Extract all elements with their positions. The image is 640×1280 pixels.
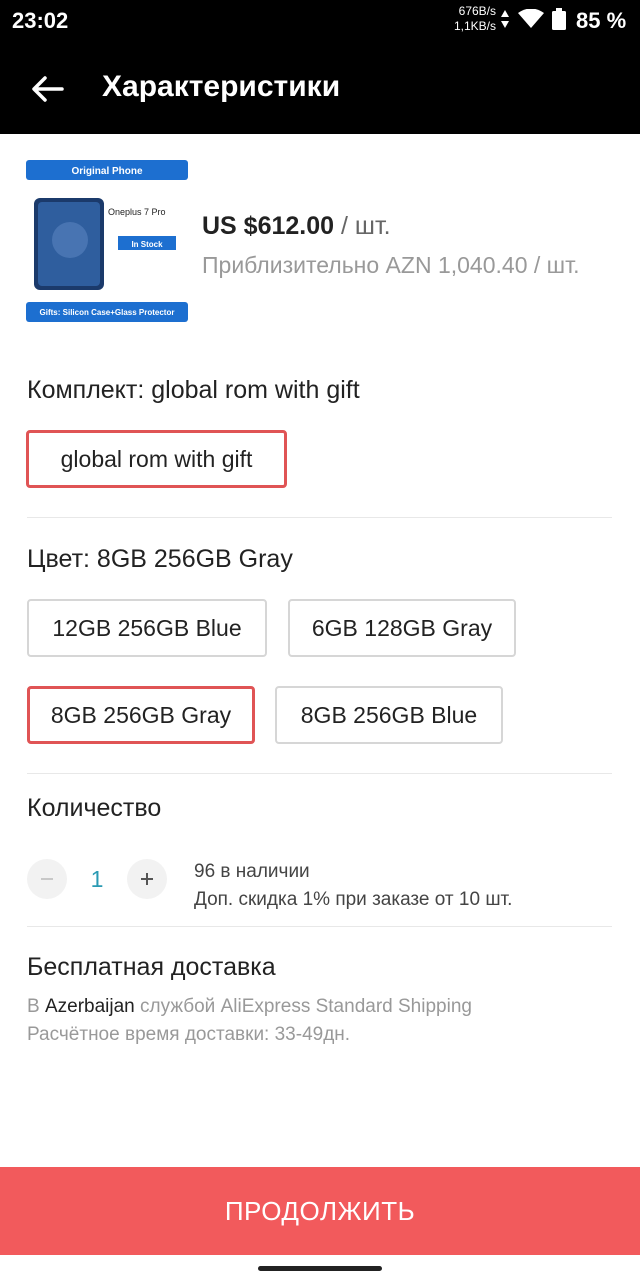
bulk-discount: Доп. скидка 1% при заказе от 10 шт. bbox=[194, 889, 513, 910]
minus-icon bbox=[41, 878, 53, 880]
shipping-title: Бесплатная доставка bbox=[27, 953, 276, 981]
shipping-eta: Расчётное время доставки: 33-49дн. bbox=[27, 1024, 351, 1045]
product-image: Original Phone Oneplus 7 Pro In Stock Gi… bbox=[26, 160, 188, 322]
color-option-6gb-128gb-gray[interactable]: 6GB 128GB Gray bbox=[288, 599, 516, 657]
status-time: 23:02 bbox=[12, 8, 69, 33]
divider bbox=[27, 773, 612, 774]
quantity-value[interactable]: 1 bbox=[82, 866, 112, 893]
thumb-banner-bottom: Gifts: Silicon Case+Glass Protector bbox=[40, 308, 175, 317]
continue-button[interactable]: ПРОДОЛЖИТЬ bbox=[0, 1167, 640, 1255]
stock-info: 96 в наличии Доп. скидка 1% при заказе о… bbox=[194, 858, 512, 914]
divider bbox=[27, 926, 612, 927]
wifi-icon bbox=[518, 9, 544, 28]
price-value: US $612.00 bbox=[202, 212, 335, 240]
divider bbox=[27, 517, 612, 518]
thumb-badge: In Stock bbox=[131, 240, 163, 249]
plus-icon bbox=[141, 873, 153, 885]
quantity-increase-button[interactable] bbox=[127, 859, 167, 899]
thumb-banner-top: Original Phone bbox=[71, 166, 143, 177]
shipping-destination-line: В Azerbaijan службой AliExpress Standard… bbox=[27, 996, 472, 1018]
bundle-label: Комплект: global rom with gift bbox=[27, 376, 360, 404]
thumb-model: Oneplus 7 Pro bbox=[108, 207, 166, 217]
home-indicator[interactable] bbox=[258, 1266, 382, 1271]
color-option-8gb-256gb-blue[interactable]: 8GB 256GB Blue bbox=[275, 686, 503, 744]
shipping-destination[interactable]: Azerbaijan bbox=[45, 996, 135, 1017]
battery-percent: 85 % bbox=[576, 8, 627, 33]
battery-icon bbox=[552, 8, 566, 30]
color-label: Цвет: 8GB 256GB Gray bbox=[27, 545, 293, 573]
data-arrows-icon bbox=[501, 10, 509, 28]
shipping-service: службой AliExpress Standard Shipping bbox=[134, 996, 472, 1017]
color-option-12gb-256gb-blue[interactable]: 12GB 256GB Blue bbox=[27, 599, 267, 657]
price-unit: / шт. bbox=[334, 212, 391, 240]
app-bar: Характеристики bbox=[0, 40, 640, 134]
product-price: US $612.00 / шт. bbox=[202, 212, 391, 241]
stock-count: 96 в наличии bbox=[194, 861, 310, 882]
color-option-8gb-256gb-gray[interactable]: 8GB 256GB Gray bbox=[27, 686, 255, 744]
network-speed: 676B/s 1,1KB/s bbox=[448, 4, 496, 34]
back-arrow-icon[interactable] bbox=[30, 74, 64, 104]
status-icons bbox=[500, 8, 566, 30]
shipping-prefix: В bbox=[27, 996, 45, 1017]
net-speed-up: 676B/s bbox=[458, 4, 496, 18]
net-speed-down: 1,1KB/s bbox=[453, 19, 496, 33]
approx-price: Приблизительно AZN 1,040.40 / шт. bbox=[202, 252, 580, 278]
quantity-label: Количество bbox=[27, 794, 162, 822]
quantity-decrease-button[interactable] bbox=[27, 859, 67, 899]
bundle-option-global-rom[interactable]: global rom with gift bbox=[26, 430, 287, 488]
page-title: Характеристики bbox=[102, 70, 341, 103]
status-bar: 23:02 676B/s 1,1KB/s 85 % bbox=[0, 0, 640, 40]
